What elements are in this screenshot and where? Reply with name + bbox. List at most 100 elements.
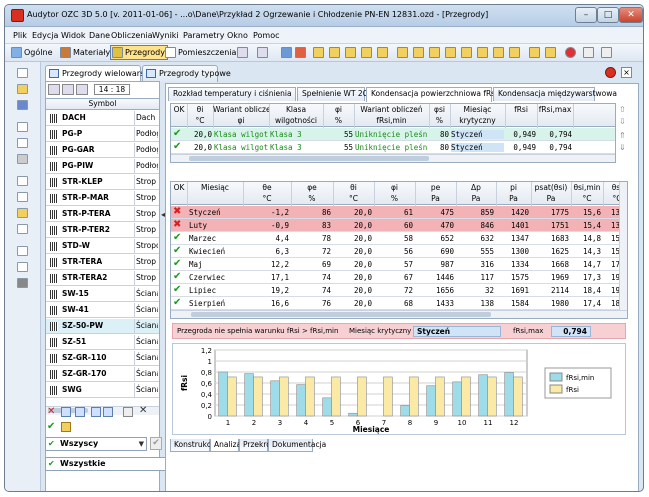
- menu-edycja[interactable]: Edycja: [32, 31, 58, 40]
- apply-check-icon[interactable]: ✔: [47, 421, 55, 432]
- sort-icon[interactable]: [583, 47, 594, 58]
- delete-red-icon[interactable]: ✕: [47, 406, 55, 417]
- results-icon[interactable]: [295, 47, 306, 58]
- symbol-row[interactable]: STR-TERA Strop na: [46, 255, 159, 270]
- variant-hscroll-thumb[interactable]: [189, 156, 429, 161]
- subtab-spelnienie[interactable]: Spełnienie WT 2008: [297, 87, 377, 101]
- copy-icon[interactable]: [17, 192, 28, 202]
- report5-icon[interactable]: [377, 47, 388, 58]
- symbol-row[interactable]: STR-P-TERA Strop na: [46, 207, 159, 222]
- delete-icon[interactable]: [17, 224, 28, 234]
- minimize-button[interactable]: –: [575, 7, 597, 23]
- tab-przekroj[interactable]: Przekrój: [239, 439, 273, 452]
- maximize-button[interactable]: □: [597, 7, 619, 23]
- report2-icon[interactable]: [329, 47, 340, 58]
- symbol-row[interactable]: SZ-GR-170 Ściana z: [46, 367, 159, 382]
- symbol-row[interactable]: SZ-GR-110 Ściana z: [46, 351, 159, 366]
- symbol-row[interactable]: STR-P-MAR Strop na: [46, 191, 159, 206]
- columns-icon[interactable]: [76, 84, 88, 95]
- x-icon[interactable]: ✕: [139, 405, 147, 416]
- export-icon[interactable]: [17, 138, 28, 148]
- close-panel-icon[interactable]: ×: [621, 67, 632, 78]
- report14-icon[interactable]: [529, 47, 540, 58]
- report6-icon[interactable]: [397, 47, 408, 58]
- month-hscroll-thumb[interactable]: [191, 312, 491, 317]
- menu-pomoc[interactable]: Pomoc: [253, 31, 280, 40]
- menu-okno[interactable]: Okno: [227, 31, 248, 40]
- symbol-row[interactable]: PG-PIW Podłoga: [46, 159, 159, 174]
- dup-icon[interactable]: [91, 407, 101, 417]
- calc-icon[interactable]: [281, 47, 292, 58]
- symbol-row[interactable]: PG-P Podłoga: [46, 127, 159, 142]
- menu-plik[interactable]: Plik: [13, 31, 27, 40]
- report1-icon[interactable]: [313, 47, 324, 58]
- report13-icon[interactable]: [509, 47, 520, 58]
- symbol-row[interactable]: STD-W Stropod: [46, 239, 159, 254]
- report9-icon[interactable]: [445, 47, 456, 58]
- move-bottom-icon[interactable]: ⇓: [619, 143, 626, 152]
- paste-icon[interactable]: [17, 208, 28, 218]
- move-up-icon[interactable]: ⇧: [619, 105, 626, 114]
- grid-icon[interactable]: [257, 47, 268, 58]
- find-next-icon[interactable]: [17, 262, 28, 272]
- new-icon[interactable]: [17, 68, 28, 78]
- report15-icon[interactable]: [545, 47, 556, 58]
- symbol-row[interactable]: SZ-50-PW Ściana z: [46, 319, 159, 334]
- move2-icon[interactable]: [75, 407, 85, 417]
- subtab-kondensacja-miedzywarstwowa[interactable]: Kondensacja międzywarstwowa: [493, 87, 617, 101]
- report7-icon[interactable]: [413, 47, 424, 58]
- pomieszczenia-button[interactable]: Pomieszczenia: [163, 45, 239, 60]
- move-down-icon[interactable]: ⇩: [619, 117, 626, 126]
- symbol-row[interactable]: STR-P-TER2 Strop na: [46, 223, 159, 238]
- move-icon[interactable]: [61, 407, 71, 417]
- filter1-apply-icon[interactable]: ✔: [150, 437, 162, 450]
- report10-icon[interactable]: [461, 47, 472, 58]
- report12-icon[interactable]: [493, 47, 504, 58]
- symbol-row[interactable]: PG-GAR Podłoga: [46, 143, 159, 158]
- cut-icon[interactable]: [17, 176, 28, 186]
- report3-icon[interactable]: [345, 47, 356, 58]
- report8-icon[interactable]: [429, 47, 440, 58]
- scissor-icon[interactable]: [123, 407, 133, 417]
- przegrody-button[interactable]: Przegrody: [110, 45, 168, 60]
- menu-obliczenia[interactable]: Obliczenia: [111, 31, 153, 40]
- subtab-rozklad[interactable]: Rozkład temperatury i ciśnienia: [168, 87, 296, 101]
- arrange-icon[interactable]: [601, 47, 612, 58]
- symbol-row[interactable]: SZ-51 Ściana z: [46, 335, 159, 350]
- subtab-kondensacja-powierzchniowa[interactable]: Kondensacja powierzchniowa fRsi: [366, 87, 497, 102]
- open-icon[interactable]: [17, 84, 28, 94]
- materialy-button[interactable]: Materiały: [58, 45, 113, 60]
- symbol-row[interactable]: SWG Ściana w: [46, 383, 159, 398]
- find-icon[interactable]: [17, 246, 28, 256]
- error-indicator-icon[interactable]: [605, 67, 616, 78]
- symbol-row[interactable]: SW-41 Ściana w: [46, 303, 159, 318]
- menu-parametry[interactable]: Parametry: [183, 31, 224, 40]
- symbol-row[interactable]: STR-TERA2 Strop na: [46, 271, 159, 286]
- sort-az-icon[interactable]: [62, 84, 74, 95]
- menu-widok[interactable]: Widok: [61, 31, 86, 40]
- tab-konstrukcja[interactable]: Konstrukcja: [170, 439, 218, 452]
- calculator-icon[interactable]: [17, 278, 28, 288]
- dup2-icon[interactable]: [103, 407, 113, 417]
- symbol-row[interactable]: DACH Dach: [46, 111, 159, 126]
- menu-dane[interactable]: Dane: [89, 31, 110, 40]
- view-icon[interactable]: [237, 47, 248, 58]
- move-top-icon[interactable]: ⇑: [619, 131, 626, 140]
- symbol-row[interactable]: SW-15 Ściana w: [46, 287, 159, 302]
- print-preview-icon[interactable]: [17, 122, 28, 132]
- close-button[interactable]: ✕: [619, 7, 643, 23]
- report4-icon[interactable]: [361, 47, 372, 58]
- filter-wszyscy-select[interactable]: ✔ Wszyscy ▼: [45, 437, 147, 451]
- folder-icon[interactable]: [61, 422, 71, 432]
- symbol-row[interactable]: STR-KLEP Strop na: [46, 175, 159, 190]
- tab-przegrody-typowe[interactable]: Przegrody typowe: [142, 65, 231, 82]
- warning-icon[interactable]: [565, 47, 576, 58]
- filter-icon[interactable]: [48, 84, 60, 95]
- tab-dokumentacja[interactable]: Dokumentacja: [268, 439, 326, 452]
- save-icon[interactable]: [17, 100, 28, 110]
- ogolne-button[interactable]: Ogólne: [9, 45, 55, 60]
- month-vscroll[interactable]: [619, 182, 627, 310]
- menu-wyniki[interactable]: Wyniki: [152, 31, 179, 40]
- tab-analiza[interactable]: Analiza: [210, 439, 241, 452]
- report11-icon[interactable]: [477, 47, 488, 58]
